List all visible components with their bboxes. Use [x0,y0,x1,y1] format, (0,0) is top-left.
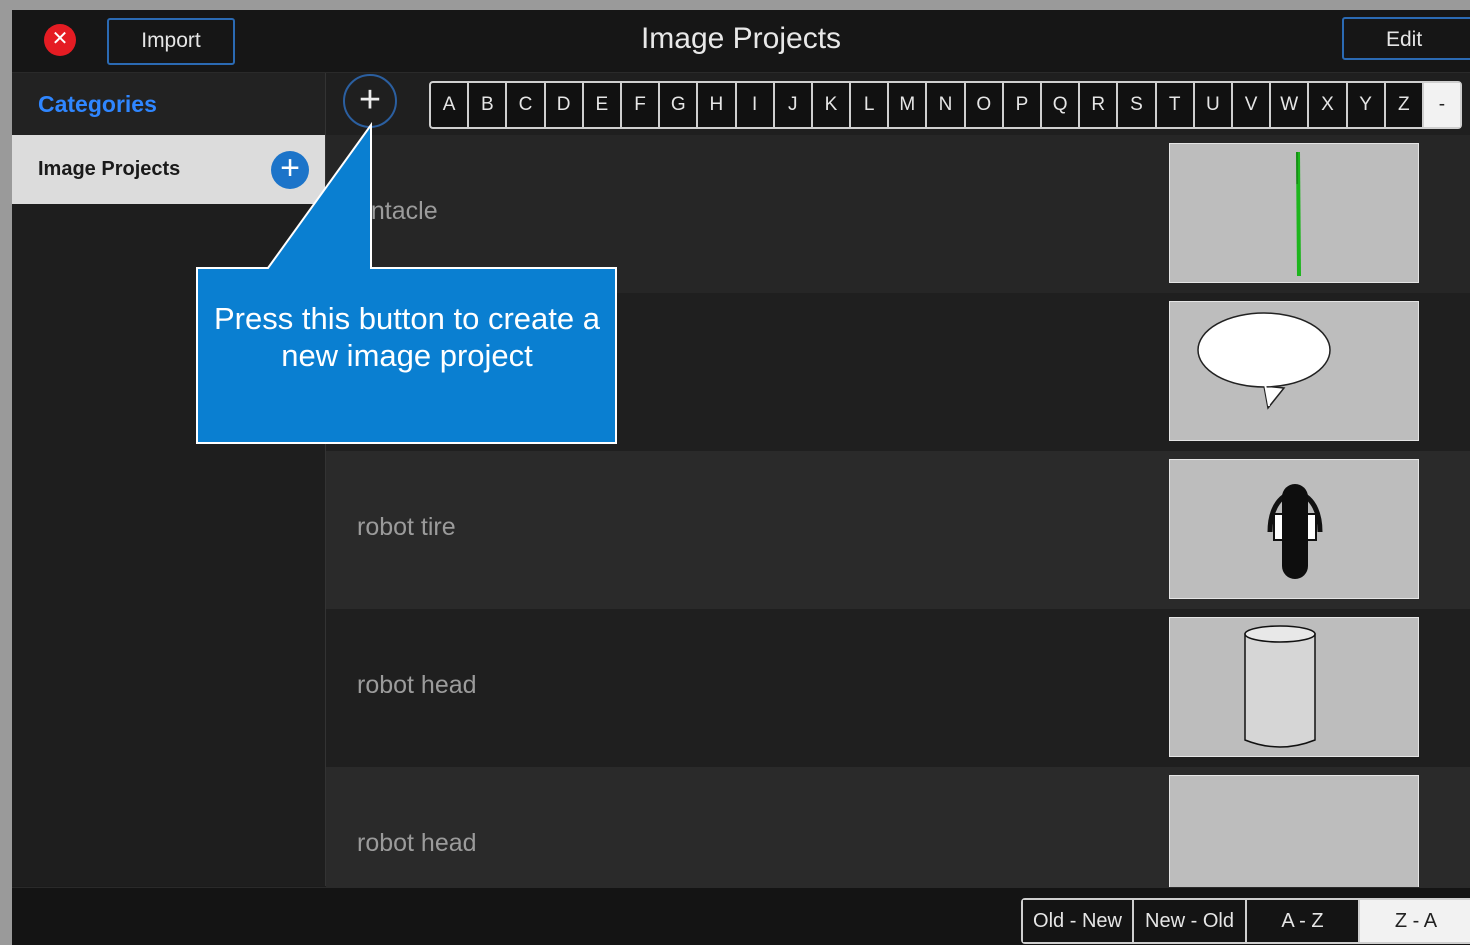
index-letter-f[interactable]: F [622,83,661,127]
edit-button[interactable]: Edit [1342,17,1470,60]
index-letter-i[interactable]: I [737,83,775,127]
project-list: + ABCDEFGHIJKLMNOPQRSTUVWXYZ- entacle ro… [326,73,1470,925]
callout-text: Press this button to create a new image … [214,301,600,373]
index-letter-h[interactable]: H [698,83,737,127]
index-letter-n[interactable]: N [927,83,966,127]
bottom-bar: Old - New New - Old A - Z Z - A [12,887,1470,945]
index-letter-q[interactable]: Q [1042,83,1081,127]
list-item[interactable]: robot tire [326,451,1470,609]
sort-z-a-button[interactable]: Z - A [1360,900,1470,942]
index-letter-j[interactable]: J [775,83,813,127]
tentacle-thumbnail [1169,143,1419,283]
app-window: ✕ Import Image Projects Edit Categories … [12,10,1470,945]
project-name: robot head [357,829,477,857]
index-letter-a[interactable]: A [431,83,470,127]
speech-bubble-thumbnail [1169,301,1419,441]
index-toolbar: + ABCDEFGHIJKLMNOPQRSTUVWXYZ- [326,73,1470,135]
sort-new-old-button[interactable]: New - Old [1134,900,1247,942]
sidebar: Categories Image Projects + [12,73,326,886]
index-letter-c[interactable]: C [507,83,546,127]
project-name: entacle [357,197,438,225]
new-project-button[interactable]: + [343,74,397,128]
top-bar: ✕ Import Image Projects Edit [12,10,1470,73]
index-letter-m[interactable]: M [889,83,928,127]
sort-a-z-button[interactable]: A - Z [1247,900,1360,942]
sort-old-new-button[interactable]: Old - New [1023,900,1134,942]
index-letter-s[interactable]: S [1118,83,1157,127]
index-letter-o[interactable]: O [966,83,1004,127]
index-letter-d[interactable]: D [546,83,584,127]
list-item[interactable]: robot head [326,609,1470,767]
index-letter-p[interactable]: P [1004,83,1042,127]
index-letter-t[interactable]: T [1157,83,1195,127]
index-letter-k[interactable]: K [813,83,852,127]
alphabet-index: ABCDEFGHIJKLMNOPQRSTUVWXYZ- [429,81,1463,129]
index-letter-u[interactable]: U [1195,83,1233,127]
index-letter-r[interactable]: R [1080,83,1119,127]
index-letter-l[interactable]: L [851,83,890,127]
index-letter-y[interactable]: Y [1348,83,1386,127]
project-name: robot tire [357,513,456,541]
sort-segmented-control: Old - New New - Old A - Z Z - A [1021,898,1470,944]
index-letter-g[interactable]: G [660,83,699,127]
index-letter-e[interactable]: E [584,83,622,127]
add-category-item-icon[interactable]: + [271,151,309,189]
project-name: robot head [357,671,477,699]
sidebar-item-image-projects[interactable]: Image Projects + [12,135,325,204]
list-item[interactable]: entacle [326,135,1470,293]
tire-thumbnail [1169,459,1419,599]
cylinder-thumbnail [1169,617,1419,757]
sidebar-item-label: Image Projects [38,158,181,180]
index-letter-b[interactable]: B [469,83,508,127]
page-title: Image Projects [640,22,842,55]
categories-header: Categories [12,73,325,135]
index-letter-z[interactable]: Z [1386,83,1424,127]
categories-title: Categories [38,91,157,117]
index-letter-w[interactable]: W [1271,83,1310,127]
index-letter-x[interactable]: X [1309,83,1348,127]
index-letter-v[interactable]: V [1233,83,1272,127]
index-letter-dash[interactable]: - [1423,83,1461,127]
